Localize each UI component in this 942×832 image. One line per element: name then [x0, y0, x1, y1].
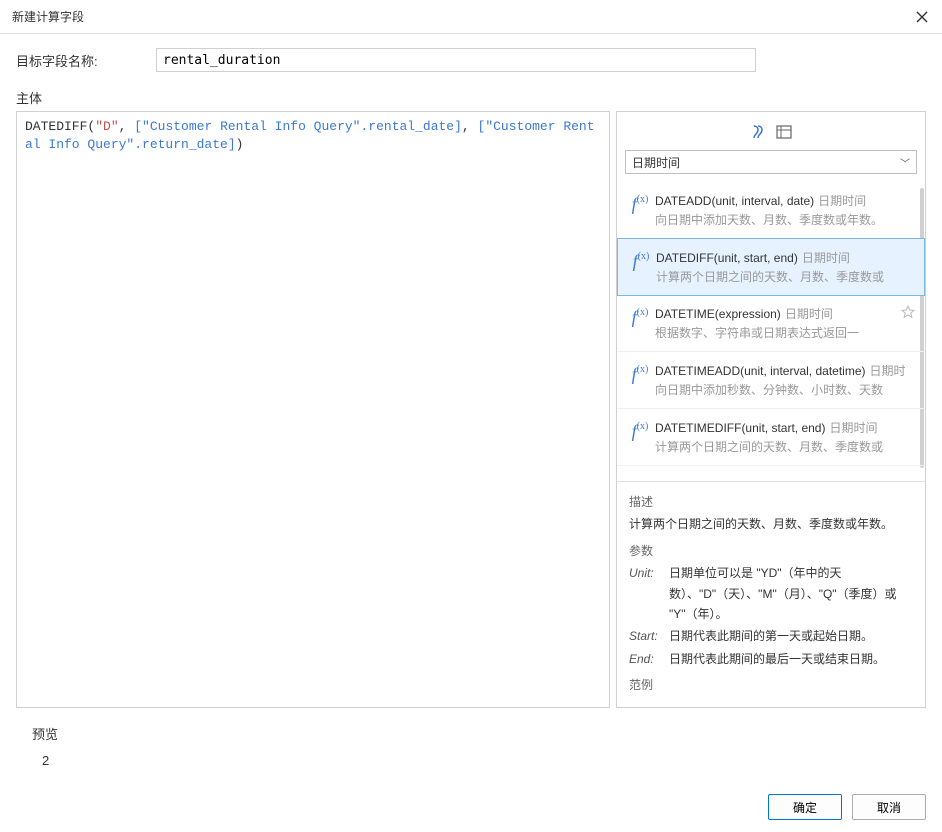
side-tabs: [617, 112, 925, 150]
token-function: DATEDIFF: [25, 119, 87, 134]
fields-tab-icon[interactable]: [774, 122, 794, 142]
params-heading: 参数: [629, 541, 913, 561]
function-text: DATEDIFF(unit, start, end)日期时间 计算两个日期之间的…: [656, 249, 916, 285]
category-value: 日期时间: [632, 154, 680, 171]
param-row: Start: 日期代表此期间的第一天或起始日期。: [629, 626, 913, 646]
function-item-dateadd[interactable]: f(x) DATEADD(unit, interval, date)日期时间 向…: [617, 182, 925, 239]
function-item-datetimeadd[interactable]: f(x) DATETIMEADD(unit, interval, datetim…: [617, 352, 925, 409]
body-label: 主体: [16, 88, 926, 107]
desc-text: 计算两个日期之间的天数、月数、季度数或年数。: [629, 514, 913, 534]
function-text: DATETIME(expression)日期时间 根据数字、字符串或日期表达式返…: [655, 305, 917, 341]
preview-label: 预览: [32, 724, 910, 743]
ok-button[interactable]: 确定: [768, 794, 842, 820]
titlebar: 新建计算字段: [0, 0, 942, 34]
fx-icon: f(x): [625, 419, 655, 455]
desc-heading: 描述: [629, 492, 913, 512]
function-text: DATEADD(unit, interval, date)日期时间 向日期中添加…: [655, 192, 917, 228]
fx-icon: f(x): [626, 249, 656, 285]
chevron-down-icon: ﹀: [900, 155, 910, 170]
fx-icon: f(x): [625, 362, 655, 398]
side-panel: 日期时间 ﹀ f(x) DATEADD(unit, interval, date…: [616, 111, 926, 708]
description-panel: 描述 计算两个日期之间的天数、月数、季度数或年数。 参数 Unit: 日期单位可…: [617, 482, 925, 707]
footer: 确定 取消: [0, 784, 942, 832]
content-area: 目标字段名称: 主体 DATEDIFF("D", ["Customer Rent…: [0, 34, 942, 784]
fx-icon: f(x): [625, 305, 655, 341]
dialog-title: 新建计算字段: [12, 8, 84, 25]
expression-editor[interactable]: DATEDIFF("D", ["Customer Rental Info Que…: [16, 111, 610, 708]
function-item-datetime[interactable]: f(x) DATETIME(expression)日期时间 根据数字、字符串或日…: [617, 295, 925, 352]
field-name-row: 目标字段名称:: [16, 48, 926, 72]
fx-icon: f(x): [625, 192, 655, 228]
function-text: DATETIMEDIFF(unit, start, end)日期时间 计算两个日…: [655, 419, 917, 455]
token-string: "D": [95, 119, 118, 134]
field-name-label: 目标字段名称:: [16, 51, 156, 70]
functions-tab-icon[interactable]: [748, 122, 768, 142]
function-text: DATETIMEADD(unit, interval, datetime)日期时…: [655, 362, 917, 398]
param-row: Unit: 日期单位可以是 "YD"（年中的天数）、"D"（天）、"M"（月）、…: [629, 563, 913, 624]
close-icon[interactable]: [914, 9, 930, 25]
example-heading: 范例: [629, 675, 913, 695]
function-list[interactable]: f(x) DATEADD(unit, interval, date)日期时间 向…: [617, 182, 925, 482]
category-select[interactable]: 日期时间 ﹀: [625, 150, 917, 174]
cancel-button[interactable]: 取消: [852, 794, 926, 820]
token-field-ref: ["Customer Rental Info Query".rental_dat…: [134, 119, 462, 134]
param-row: End: 日期代表此期间的最后一天或结束日期。: [629, 649, 913, 669]
main-area: DATEDIFF("D", ["Customer Rental Info Que…: [16, 111, 926, 708]
field-name-input[interactable]: [156, 48, 756, 72]
preview-area: 预览 2: [16, 708, 926, 776]
function-item-datediff[interactable]: f(x) DATEDIFF(unit, start, end)日期时间 计算两个…: [617, 238, 925, 296]
function-item-datetimediff[interactable]: f(x) DATETIMEDIFF(unit, start, end)日期时间 …: [617, 409, 925, 466]
star-icon[interactable]: [901, 305, 915, 322]
preview-value: 2: [32, 753, 910, 768]
